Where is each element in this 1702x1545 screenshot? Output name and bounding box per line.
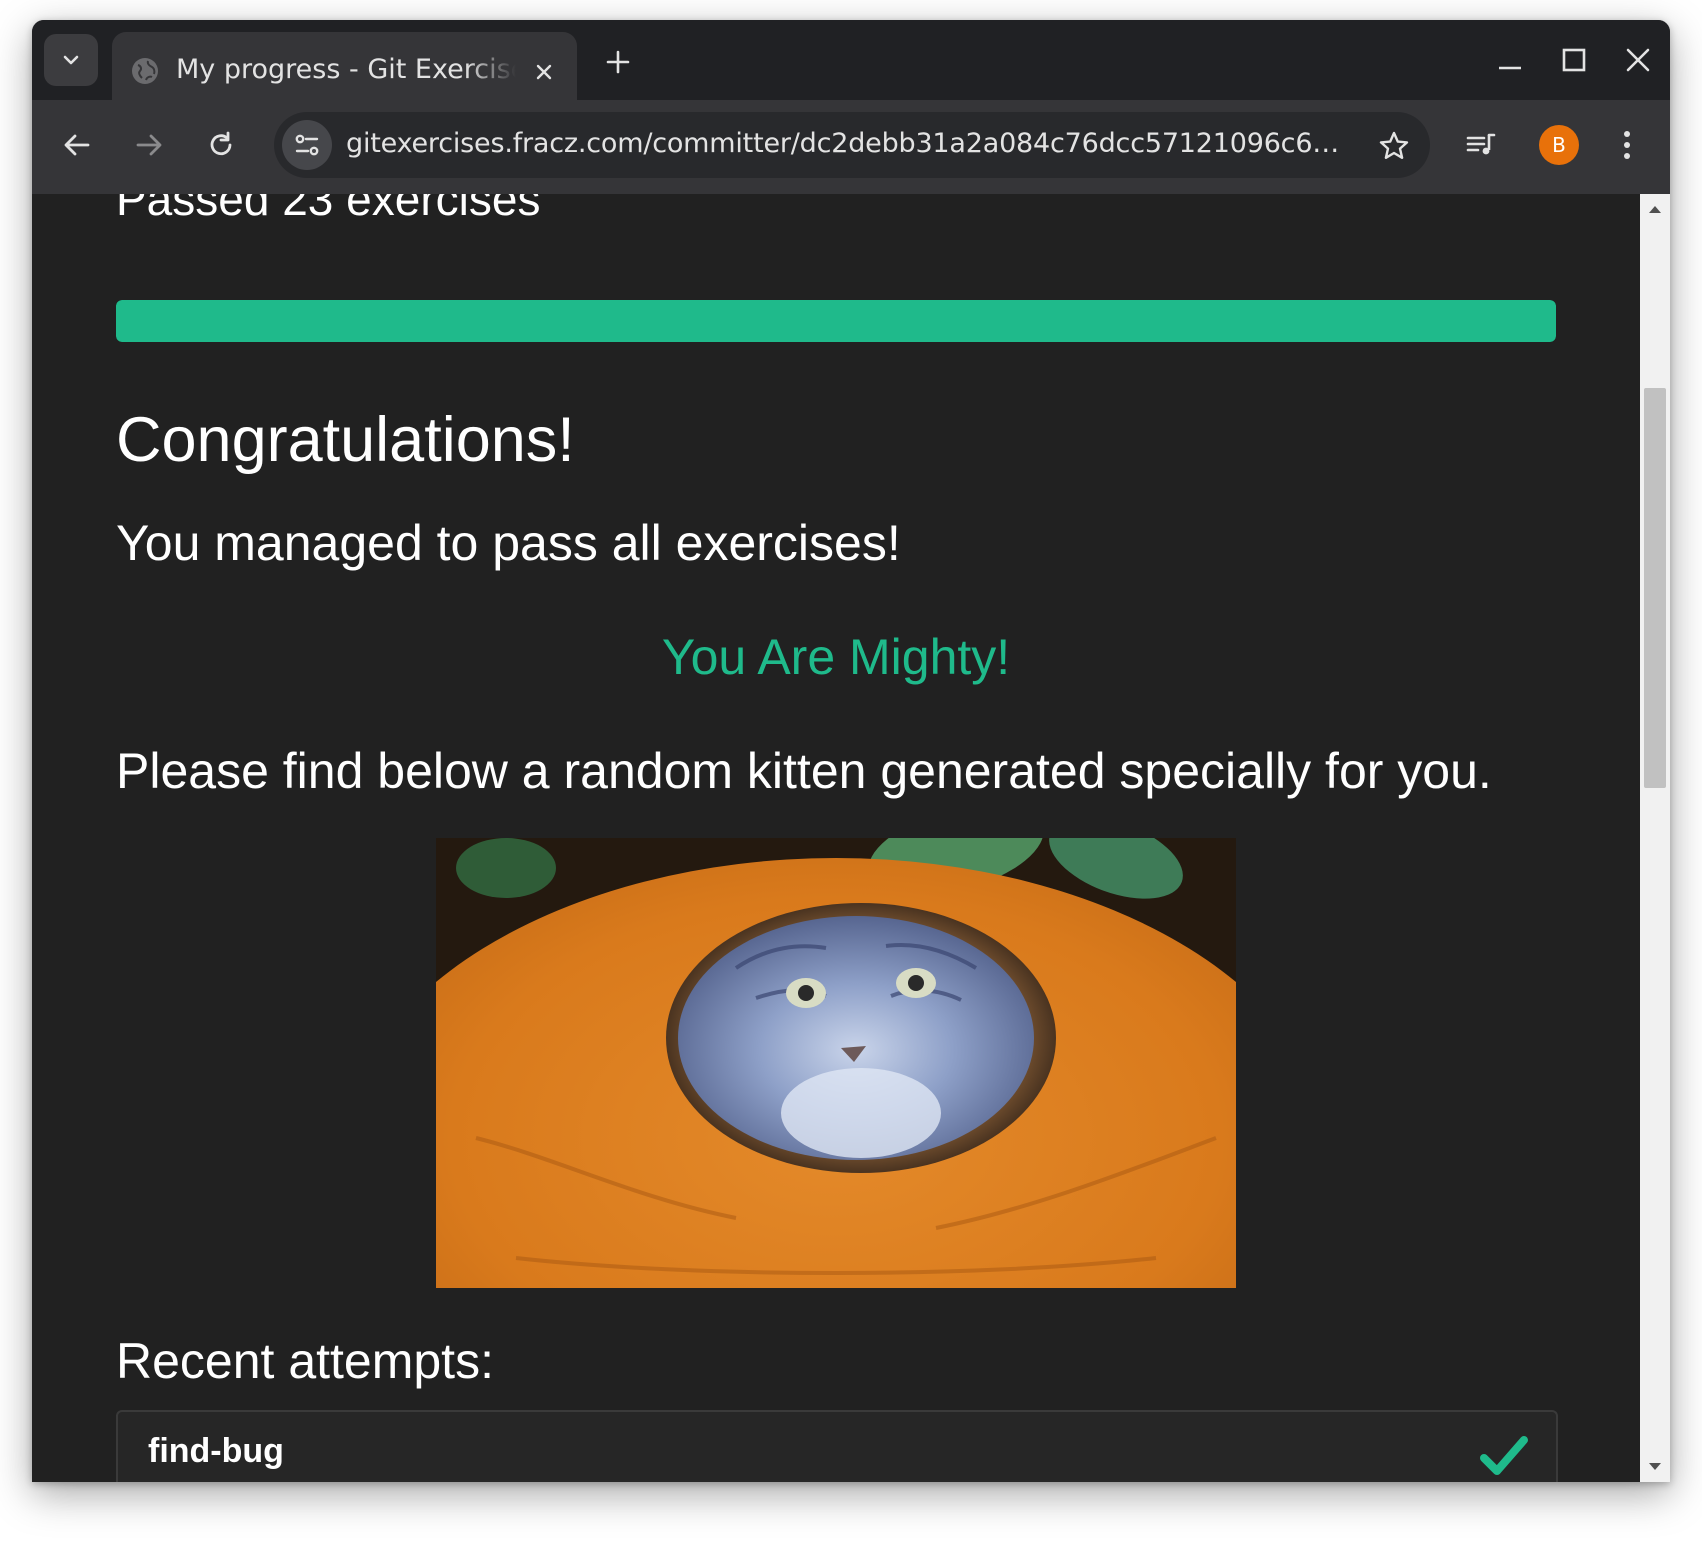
maximize-button[interactable] [1556, 42, 1592, 78]
minimize-button[interactable] [1492, 42, 1528, 78]
tab-title: My progress - Git Exercises [176, 54, 516, 85]
star-icon [1379, 131, 1409, 159]
tab-search-button[interactable] [44, 34, 98, 86]
scrollbar-thumb[interactable] [1644, 388, 1666, 788]
title-bar: My progress - Git Exercises [32, 20, 1670, 112]
browser-window: My progress - Git Exercises gitexercises… [32, 20, 1670, 1482]
globe-icon [132, 58, 158, 84]
avatar: B [1539, 125, 1579, 165]
media-controls-button[interactable] [1456, 120, 1506, 170]
attempt-name: find-bug [148, 1432, 284, 1470]
triangle-up-icon [1649, 206, 1661, 213]
chevron-down-icon [63, 55, 79, 65]
progress-bar-fill [116, 300, 1556, 342]
page-content: Passed 23 exercises Congratulations! You… [32, 194, 1640, 1482]
media-queue-icon [1466, 133, 1496, 155]
browser-menu-button[interactable] [1602, 120, 1652, 170]
new-tab-button[interactable] [600, 44, 636, 80]
passed-count-text: Passed 23 exercises [116, 194, 541, 225]
kitten-picture [436, 838, 1236, 1288]
close-icon [536, 64, 552, 80]
kitten-intro-text: Please find below a random kitten genera… [116, 743, 1492, 799]
recent-attempts-heading: Recent attempts: [116, 1333, 494, 1389]
reload-icon [210, 131, 232, 156]
kebab-menu-icon [1624, 131, 1630, 159]
tab-close-button[interactable] [530, 58, 558, 86]
address-bar[interactable]: gitexercises.fracz.com/committer/dc2debb… [274, 112, 1430, 178]
kitten-image [436, 838, 1236, 1288]
reload-button[interactable] [196, 120, 246, 170]
profile-button[interactable]: B [1534, 120, 1584, 170]
back-button[interactable] [52, 120, 102, 170]
back-arrow-icon [64, 134, 90, 156]
tune-icon [295, 134, 319, 156]
url-text[interactable]: gitexercises.fracz.com/committer/dc2debb… [346, 128, 1346, 159]
bookmark-button[interactable] [1374, 126, 1414, 166]
plus-icon [606, 50, 630, 74]
managed-text: You managed to pass all exercises! [116, 515, 901, 571]
checkmark-icon [1480, 1436, 1528, 1475]
mighty-text: You Are Mighty! [661, 629, 1011, 685]
scroll-down-button[interactable] [1640, 1452, 1670, 1482]
attempt-row[interactable]: find-bug [116, 1410, 1558, 1482]
close-icon [1626, 48, 1650, 72]
triangle-down-icon [1649, 1463, 1661, 1470]
scroll-up-button[interactable] [1640, 194, 1670, 224]
congratulations-heading: Congratulations! [116, 405, 575, 475]
forward-button[interactable] [124, 120, 174, 170]
vertical-scrollbar[interactable] [1640, 194, 1670, 1482]
maximize-icon [1562, 48, 1586, 72]
minimize-icon [1499, 66, 1521, 70]
window-close-button[interactable] [1620, 42, 1656, 78]
forward-arrow-icon [136, 134, 162, 156]
site-info-button[interactable] [282, 120, 332, 170]
progress-bar [116, 300, 1556, 342]
